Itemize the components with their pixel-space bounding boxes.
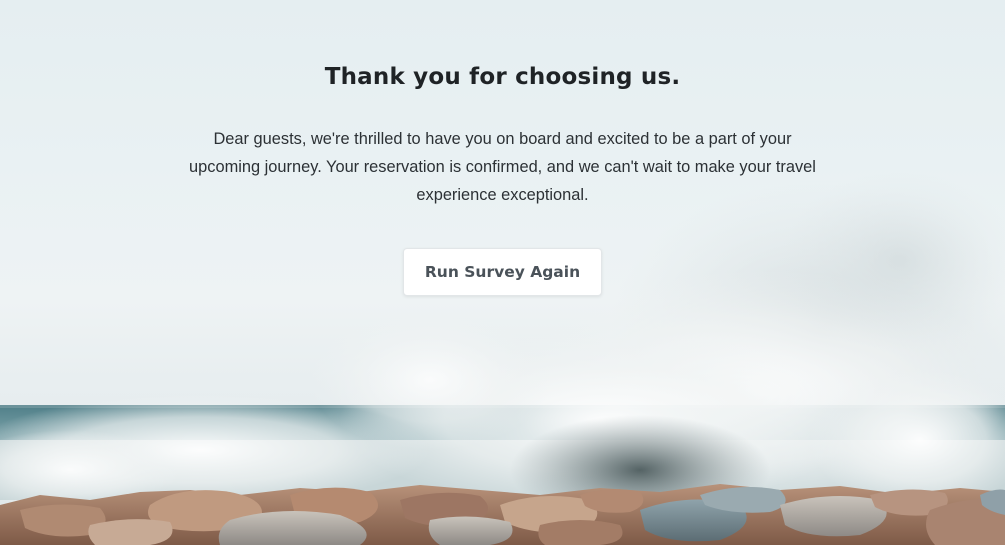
page-title: Thank you for choosing us. (324, 64, 681, 90)
run-survey-again-button[interactable]: Run Survey Again (403, 248, 602, 296)
confirmation-message: Dear guests, we're thrilled to have you … (189, 130, 816, 204)
